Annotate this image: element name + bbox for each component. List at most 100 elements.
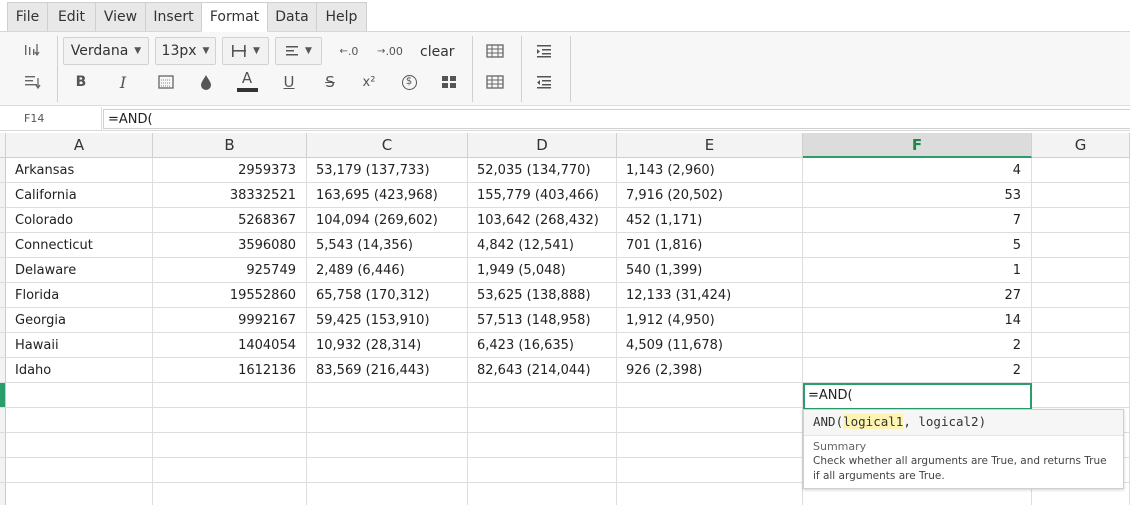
- table-cell[interactable]: 4,509 (11,678): [617, 333, 803, 358]
- text-color-button[interactable]: A: [234, 68, 260, 94]
- table-cell[interactable]: 27: [803, 283, 1032, 308]
- table-cell[interactable]: 10,932 (28,314): [307, 333, 468, 358]
- table-cell[interactable]: [6, 408, 153, 433]
- table-cell[interactable]: [468, 383, 617, 408]
- table-cell[interactable]: 2,489 (6,446): [307, 258, 468, 283]
- table-cell[interactable]: 12,133 (31,424): [617, 283, 803, 308]
- table-cell[interactable]: 52,035 (134,770): [468, 158, 617, 183]
- table-cell[interactable]: [6, 458, 153, 483]
- table-cell[interactable]: [1032, 258, 1130, 283]
- table-cell[interactable]: [307, 408, 468, 433]
- table-cell[interactable]: [153, 483, 307, 505]
- table-cell[interactable]: 4: [803, 158, 1032, 183]
- table-cell[interactable]: 5,543 (14,356): [307, 233, 468, 258]
- cell-editor[interactable]: =AND(: [803, 383, 1032, 410]
- table-cell[interactable]: [1032, 333, 1130, 358]
- table-cell[interactable]: [153, 433, 307, 458]
- table-cell[interactable]: 6,423 (16,635): [468, 333, 617, 358]
- menu-format[interactable]: Format: [201, 2, 268, 32]
- table-cell[interactable]: 1612136: [153, 358, 307, 383]
- table-cell[interactable]: Hawaii: [6, 333, 153, 358]
- table-cell[interactable]: 452 (1,171): [617, 208, 803, 233]
- table-cell[interactable]: 53,179 (137,733): [307, 158, 468, 183]
- table-cell[interactable]: 83,569 (216,443): [307, 358, 468, 383]
- column-header-g[interactable]: G: [1032, 133, 1130, 158]
- table-cell[interactable]: [1032, 158, 1130, 183]
- table-cell[interactable]: 1404054: [153, 333, 307, 358]
- clear-format-button[interactable]: clear: [420, 41, 455, 63]
- table-border-button[interactable]: [482, 38, 508, 64]
- bold-button[interactable]: B: [68, 69, 94, 95]
- table-cell[interactable]: [307, 483, 468, 505]
- table-cell[interactable]: [6, 483, 153, 505]
- table-cell[interactable]: 1,912 (4,950): [617, 308, 803, 333]
- table-cell[interactable]: 59,425 (153,910): [307, 308, 468, 333]
- table-cell[interactable]: [153, 383, 307, 408]
- table-cell[interactable]: 53,625 (138,888): [468, 283, 617, 308]
- table-cell[interactable]: [1032, 308, 1130, 333]
- table-cell[interactable]: 104,094 (269,602): [307, 208, 468, 233]
- menu-insert[interactable]: Insert: [145, 2, 202, 32]
- column-header-d[interactable]: D: [468, 133, 617, 158]
- table-cell[interactable]: 1,143 (2,960): [617, 158, 803, 183]
- vertical-align-dropdown[interactable]: ▼: [222, 37, 269, 65]
- table-cell[interactable]: [1032, 283, 1130, 308]
- table-cell[interactable]: 103,642 (268,432): [468, 208, 617, 233]
- horizontal-align-dropdown[interactable]: ▼: [275, 37, 322, 65]
- table-cell[interactable]: [153, 458, 307, 483]
- text-highlight-button[interactable]: [193, 69, 219, 95]
- cell-reference[interactable]: F14: [0, 107, 102, 130]
- table-cell[interactable]: 2: [803, 333, 1032, 358]
- table-cell[interactable]: Florida: [6, 283, 153, 308]
- text-wrap-icon[interactable]: [19, 37, 45, 63]
- table-cell[interactable]: [6, 383, 153, 408]
- table-format-button[interactable]: [482, 69, 508, 95]
- table-cell[interactable]: 5: [803, 233, 1032, 258]
- table-cell[interactable]: [307, 433, 468, 458]
- table-cell[interactable]: 4,842 (12,541): [468, 233, 617, 258]
- table-cell[interactable]: [1032, 208, 1130, 233]
- table-cell[interactable]: [617, 483, 803, 505]
- table-cell[interactable]: [1032, 233, 1130, 258]
- merge-cells-button[interactable]: [436, 69, 462, 95]
- table-cell[interactable]: Georgia: [6, 308, 153, 333]
- table-cell[interactable]: 65,758 (170,312): [307, 283, 468, 308]
- table-cell[interactable]: [468, 408, 617, 433]
- table-cell[interactable]: [1032, 358, 1130, 383]
- table-cell[interactable]: [1032, 383, 1130, 408]
- menu-view[interactable]: View: [95, 2, 146, 32]
- currency-format-button[interactable]: $: [396, 69, 422, 95]
- decrease-decimal-button[interactable]: ← .0: [336, 38, 362, 64]
- table-cell[interactable]: 7,916 (20,502): [617, 183, 803, 208]
- strikethrough-button[interactable]: S: [317, 69, 343, 95]
- table-cell[interactable]: 38332521: [153, 183, 307, 208]
- table-cell[interactable]: [307, 458, 468, 483]
- table-cell[interactable]: 53: [803, 183, 1032, 208]
- table-cell[interactable]: 2: [803, 358, 1032, 383]
- table-cell[interactable]: [1032, 183, 1130, 208]
- increase-decimal-button[interactable]: → .00: [376, 38, 404, 64]
- table-cell[interactable]: Delaware: [6, 258, 153, 283]
- column-header-c[interactable]: C: [307, 133, 468, 158]
- italic-button[interactable]: I: [110, 69, 136, 95]
- table-cell[interactable]: 19552860: [153, 283, 307, 308]
- table-cell[interactable]: 155,779 (403,466): [468, 183, 617, 208]
- table-cell[interactable]: Colorado: [6, 208, 153, 233]
- superscript-button[interactable]: x²: [356, 69, 382, 95]
- column-header-a[interactable]: A: [6, 133, 153, 158]
- table-cell[interactable]: 1: [803, 258, 1032, 283]
- table-cell[interactable]: 163,695 (423,968): [307, 183, 468, 208]
- table-cell[interactable]: Arkansas: [6, 158, 153, 183]
- column-header-f[interactable]: F: [803, 133, 1032, 158]
- table-cell[interactable]: 3596080: [153, 233, 307, 258]
- table-cell[interactable]: 7: [803, 208, 1032, 233]
- font-size-dropdown[interactable]: 13px ▼: [155, 37, 216, 65]
- table-cell[interactable]: [468, 433, 617, 458]
- background-fill-button[interactable]: [153, 69, 179, 95]
- row-height-icon[interactable]: [19, 69, 45, 95]
- table-cell[interactable]: [468, 458, 617, 483]
- underline-button[interactable]: U: [276, 69, 302, 95]
- table-cell[interactable]: 926 (2,398): [617, 358, 803, 383]
- table-cell[interactable]: 57,513 (148,958): [468, 308, 617, 333]
- table-cell[interactable]: [617, 458, 803, 483]
